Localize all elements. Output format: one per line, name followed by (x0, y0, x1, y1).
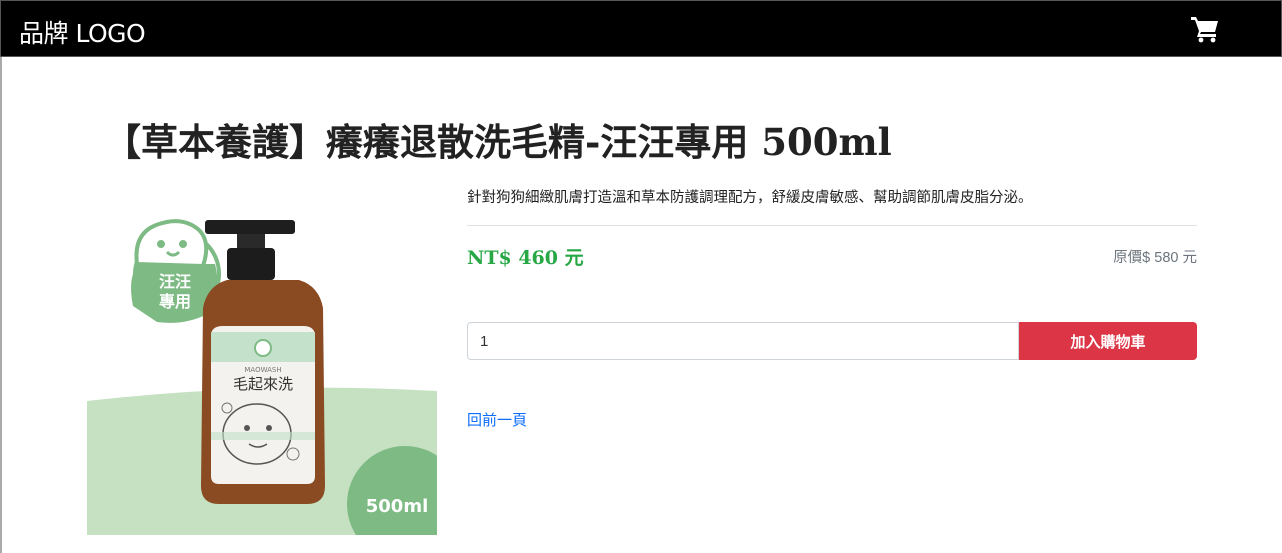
cart-button[interactable] (1189, 13, 1221, 45)
navbar: 品牌 LOGO (0, 0, 1282, 57)
add-to-cart-button[interactable]: 加入購物車 (1019, 322, 1197, 360)
quantity-input[interactable] (467, 322, 1019, 360)
product-title: 【草本養護】癢癢退散洗毛精-汪汪專用 500ml (104, 120, 892, 164)
original-price: 原價$ 580 元 (1113, 250, 1197, 266)
sale-price: NT$ 460 元 (467, 247, 584, 269)
svg-text:汪汪: 汪汪 (159, 272, 191, 291)
brand-logo[interactable]: 品牌 LOGO (19, 14, 146, 50)
svg-text:毛起來洗: 毛起來洗 (233, 375, 293, 393)
svg-text:500ml: 500ml (366, 496, 429, 517)
shopping-cart-icon (1191, 17, 1218, 43)
back-link[interactable]: 回前一頁 (467, 409, 527, 430)
svg-text:專用: 專用 (159, 292, 191, 311)
divider (467, 225, 1197, 226)
svg-text:MAOWASH: MAOWASH (244, 366, 281, 374)
product-image: 汪汪 專用 MAOWASH 毛起來洗 500ml (87, 186, 463, 553)
left-border (0, 57, 2, 553)
product-description: 針對狗狗細緻肌膚打造溫和草本防護調理配方，舒緩皮膚敏感、幫助調節肌膚皮脂分泌。 (467, 190, 1033, 206)
